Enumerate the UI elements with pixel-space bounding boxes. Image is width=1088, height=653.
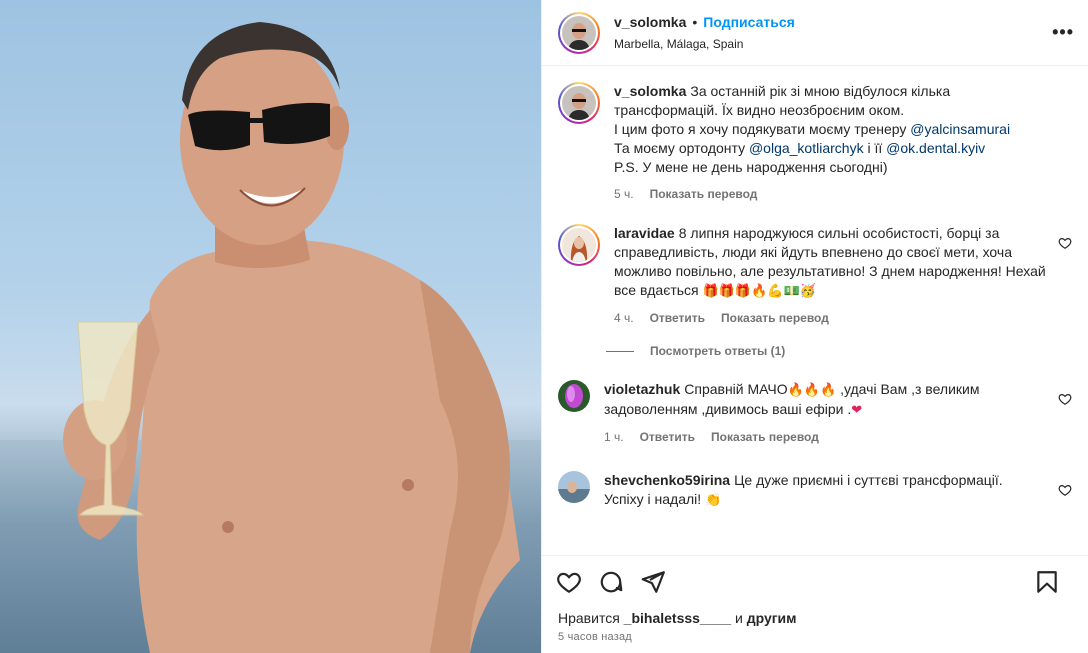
comment-text: 8 липня народжуюся сильні особистості, б… [614,225,1046,298]
comment-meta: 1 ч. Ответить Показать перевод [604,428,1044,447]
commenter-avatar[interactable] [558,380,590,412]
more-options-icon[interactable]: ••• [1052,22,1074,43]
translate-button[interactable]: Показать перевод [650,185,758,204]
separator-dot: • [692,13,698,30]
view-replies-label: Посмотреть ответы (1) [650,344,786,358]
like-heart-icon[interactable] [556,569,582,595]
share-send-icon[interactable] [640,569,666,595]
like-comment-heart-icon[interactable] [1058,236,1072,250]
mention-link[interactable]: @yalcinsamurai [910,121,1010,137]
caption-text-3b: і її [863,140,887,156]
author-avatar-image [562,15,596,50]
caption-avatar-image [562,86,596,120]
comment-username[interactable]: violetazhuk [604,381,680,397]
reply-button[interactable]: Ответить [650,309,705,328]
comment-emoji: 👏 [705,493,722,508]
comment-bubble-icon[interactable] [598,569,624,595]
caption-avatar[interactable] [558,82,600,124]
caption-text-3: Та моєму ортодонту [614,140,749,156]
post-location[interactable]: Marbella, Málaga, Spain [614,34,795,54]
reply-button[interactable]: Ответить [640,428,695,447]
commenter-avatar-image [558,471,590,503]
author-username[interactable]: v_solomka [614,14,686,30]
post-timestamp[interactable]: 5 часов назад [542,631,1088,643]
comment-username[interactable]: laravidae [614,225,675,241]
commenter-avatar[interactable] [558,224,600,266]
commenter-avatar-image [558,380,590,412]
comment-text: Справній МАЧО [684,381,788,397]
caption-username[interactable]: v_solomka [614,83,686,99]
view-replies-button[interactable]: Посмотреть ответы (1) [606,344,1072,358]
post-action-bar [542,555,1088,607]
caption-time: 5 ч. [614,187,634,201]
liker-username[interactable]: _bihaletsss____ [624,610,731,626]
post-header: v_solomka • Подписаться Marbella, Málaga, … [542,0,1088,66]
comments-list[interactable]: v_solomka За останній рік зі мною відбуло… [542,66,1088,555]
comment-item: shevchenko59irina Це дуже приємні і суттє… [558,471,1072,510]
like-comment-heart-icon[interactable] [1058,483,1072,497]
mention-link[interactable]: @olga_kotliarchyk [749,140,864,156]
caption-text-2: І цим фото я хочу подякувати моєму трене… [614,121,911,137]
comment-meta: 4 ч. Ответить Показать перевод [614,309,1054,328]
red-heart-emoji: ❤ [851,403,863,418]
replies-divider [606,350,634,352]
comment-emoji: 🔥🔥🔥 [787,383,837,398]
comment-item: violetazhuk Справній МАЧО🔥🔥🔥 ,удачі Вам ,… [558,380,1072,447]
translate-button[interactable]: Показать перевод [721,309,829,328]
likes-prefix: Нравится [558,610,624,626]
caption-text-4: P.S. У мене не день народження сьогодні) [614,159,888,175]
post-photo[interactable] [0,0,541,653]
author-avatar[interactable] [558,11,600,54]
comment-username[interactable]: shevchenko59irina [604,472,730,488]
comment-time: 1 ч. [604,430,624,444]
comment-time: 4 ч. [614,311,634,325]
post-side-panel: v_solomka • Подписаться Marbella, Málaga, … [541,0,1088,653]
caption-item: v_solomka За останній рік зі мною відбуло… [558,82,1072,204]
likes-others-link[interactable]: другим [747,610,797,626]
caption-meta: 5 ч. Показать перевод [614,185,1054,204]
likes-summary: Нравится _bihaletsss____ и другим [542,609,1088,627]
mention-link[interactable]: @ok.dental.kyiv [886,140,985,156]
save-bookmark-icon[interactable] [1034,569,1060,595]
follow-button[interactable]: Подписаться [703,14,795,30]
likes-middle: и [731,610,747,626]
translate-button[interactable]: Показать перевод [711,428,819,447]
comment-item: laravidae 8 липня народжуюся сильні особи… [558,224,1072,328]
person-illustration [63,22,520,653]
comment-emoji: 🎁🎁🎁🔥💪💵🥳 [702,284,816,299]
commenter-avatar-image [562,228,596,262]
commenter-avatar[interactable] [558,471,590,503]
like-comment-heart-icon[interactable] [1058,392,1072,406]
